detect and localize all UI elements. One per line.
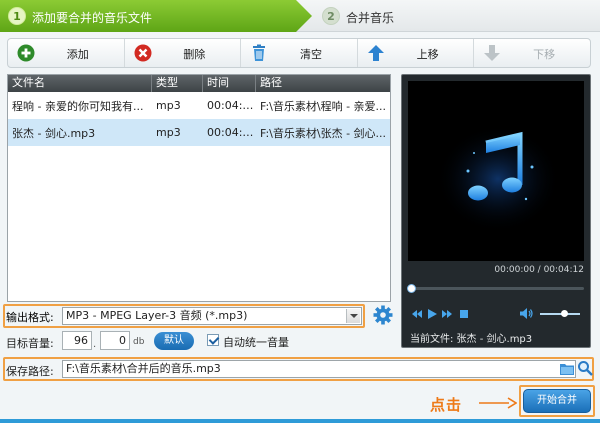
volume-integer-input[interactable]: 96 bbox=[62, 331, 92, 350]
cell-type: mp3 bbox=[156, 126, 181, 139]
start-merge-button[interactable]: 开始合并 bbox=[523, 389, 591, 413]
move-down-button[interactable]: 下移 bbox=[474, 39, 590, 67]
play-icon[interactable] bbox=[427, 309, 437, 319]
cell-time: 00:04:12 bbox=[207, 126, 256, 139]
clear-label: 清空 bbox=[299, 48, 322, 61]
save-path-input[interactable]: F:\音乐素材\合并后的音乐.mp3 bbox=[62, 360, 576, 378]
audio-player: 00:00:00 / 00:04:12 当前文件: 张杰 - 剑心.mp3 bbox=[401, 74, 591, 348]
progress-knob[interactable] bbox=[407, 284, 416, 293]
target-volume-label: 目标音量: bbox=[6, 337, 54, 350]
stop-icon[interactable] bbox=[459, 309, 469, 319]
step-1-label: 添加要合并的音乐文件 bbox=[32, 11, 153, 25]
column-type[interactable]: 类型 bbox=[152, 75, 203, 92]
toolbar: 添加 删除 清空 上移 下移 bbox=[7, 38, 591, 68]
volume-icon[interactable] bbox=[520, 308, 533, 319]
table-row[interactable]: 程响 - 亲爱的你可知我有... mp3 00:04:14 F:\音乐素材\程响… bbox=[8, 92, 390, 119]
player-screen bbox=[408, 81, 584, 261]
step-2-label: 合并音乐 bbox=[346, 11, 395, 25]
arrow-right-icon bbox=[479, 397, 517, 409]
move-down-label: 下移 bbox=[533, 48, 556, 61]
cell-filename: 程响 - 亲爱的你可知我有... bbox=[12, 99, 144, 113]
click-hint-text: 点击 bbox=[430, 396, 463, 414]
delete-label: 删除 bbox=[183, 48, 206, 61]
wizard-steps: 1 添加要合并的音乐文件 2 合并音乐 bbox=[0, 0, 600, 32]
auto-volume-label[interactable]: 自动统一音量 bbox=[223, 334, 289, 350]
move-up-label: 上移 bbox=[416, 48, 439, 61]
bottom-accent-bar bbox=[0, 419, 600, 423]
gear-icon[interactable] bbox=[373, 305, 393, 325]
cell-filename: 张杰 - 剑心.mp3 bbox=[12, 126, 96, 140]
db-unit-label: db bbox=[133, 337, 145, 347]
delete-button[interactable]: 删除 bbox=[125, 39, 242, 67]
add-label: 添加 bbox=[66, 48, 89, 61]
table-row-selected[interactable]: 张杰 - 剑心.mp3 mp3 00:04:12 F:\音乐素材\张杰 - 剑心… bbox=[8, 119, 390, 146]
cell-time: 00:04:14 bbox=[207, 99, 256, 112]
decimal-point: . bbox=[93, 339, 97, 350]
chevron-down-icon[interactable] bbox=[346, 309, 360, 323]
volume-knob[interactable] bbox=[561, 310, 568, 317]
output-format-value: MP3 - MPEG Layer-3 音频 (*.mp3) bbox=[66, 309, 248, 322]
cell-path: F:\音乐素材\张杰 - 剑心... bbox=[260, 126, 387, 140]
default-volume-button[interactable]: 默认 bbox=[154, 332, 194, 350]
music-note-icon bbox=[436, 125, 560, 233]
cell-type: mp3 bbox=[156, 99, 181, 112]
folder-icon[interactable] bbox=[560, 362, 574, 375]
save-path-label: 保存路径: bbox=[6, 365, 54, 378]
file-list[interactable]: 文件名 类型 时间 路径 程响 - 亲爱的你可知我有... mp3 00:04:… bbox=[7, 74, 391, 302]
search-icon[interactable] bbox=[577, 360, 593, 376]
step-1-number: 1 bbox=[8, 7, 26, 25]
time-readout: 00:00:00 / 00:04:12 bbox=[494, 265, 584, 275]
volume-decimal-input[interactable]: 0 bbox=[100, 331, 130, 350]
cell-path: F:\音乐素材\程响 - 亲爱... bbox=[260, 99, 387, 113]
clear-button[interactable]: 清空 bbox=[241, 39, 358, 67]
step-2-number: 2 bbox=[322, 7, 340, 25]
step-1-add-files[interactable]: 1 添加要合并的音乐文件 bbox=[0, 0, 312, 32]
progress-slider[interactable] bbox=[407, 284, 584, 293]
column-time[interactable]: 时间 bbox=[203, 75, 256, 92]
fast-forward-icon[interactable] bbox=[442, 309, 452, 319]
add-button[interactable]: 添加 bbox=[8, 39, 125, 67]
column-filename[interactable]: 文件名 bbox=[8, 75, 152, 92]
volume-slider[interactable] bbox=[540, 310, 580, 317]
output-format-label: 输出格式: bbox=[6, 311, 54, 324]
move-up-button[interactable]: 上移 bbox=[358, 39, 475, 67]
auto-volume-checkbox[interactable] bbox=[207, 334, 219, 346]
output-format-select[interactable]: MP3 - MPEG Layer-3 音频 (*.mp3) bbox=[62, 307, 362, 325]
table-header: 文件名 类型 时间 路径 bbox=[8, 75, 390, 92]
column-path[interactable]: 路径 bbox=[256, 75, 390, 92]
rewind-icon[interactable] bbox=[412, 309, 422, 319]
current-file-label: 当前文件: 张杰 - 剑心.mp3 bbox=[410, 334, 533, 345]
